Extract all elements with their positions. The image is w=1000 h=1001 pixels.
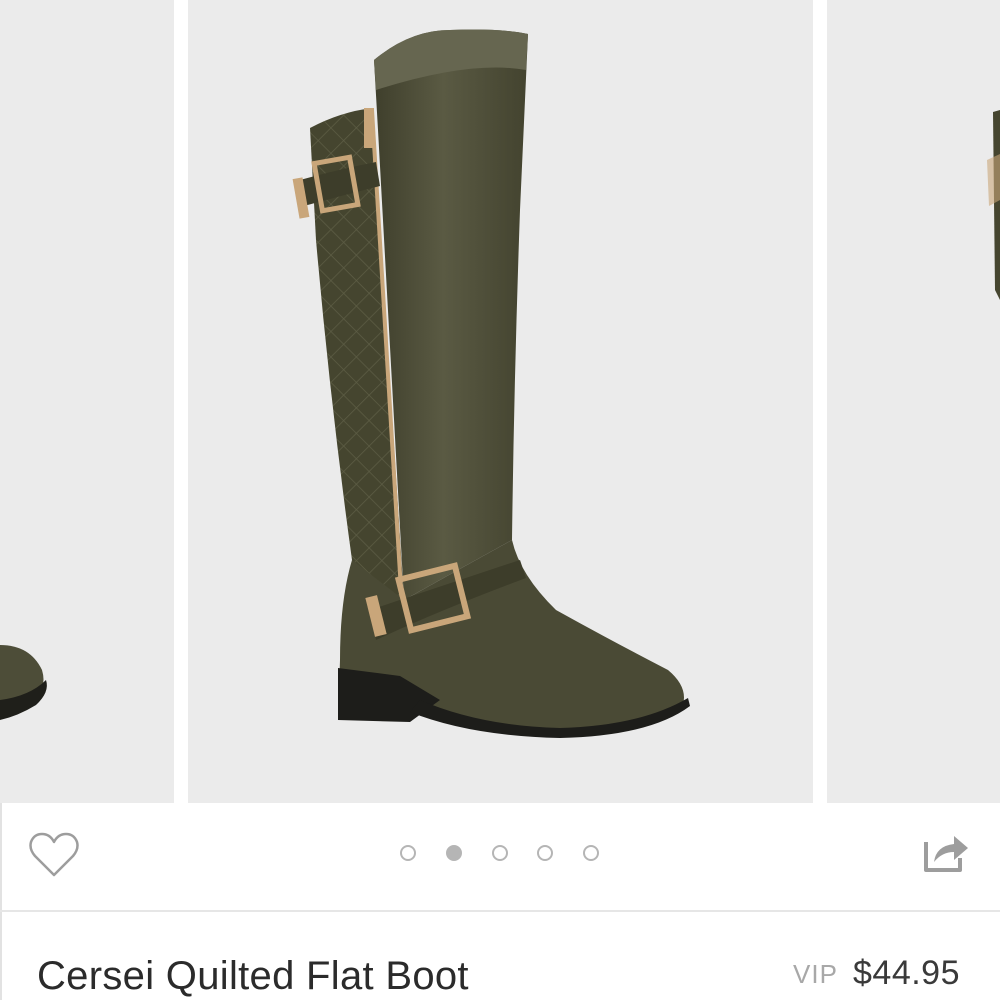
carousel-dot[interactable] bbox=[583, 845, 599, 861]
product-price: $44.95 bbox=[853, 954, 960, 992]
carousel-next-image[interactable] bbox=[827, 0, 1000, 803]
favorite-button[interactable] bbox=[28, 831, 80, 879]
image-carousel[interactable] bbox=[0, 0, 1000, 803]
carousel-main-image[interactable] bbox=[188, 0, 813, 803]
carousel-dot[interactable] bbox=[492, 845, 508, 861]
share-icon bbox=[924, 836, 968, 872]
section-divider bbox=[0, 910, 1000, 912]
vip-label: VIP bbox=[793, 959, 838, 989]
share-button[interactable] bbox=[920, 828, 972, 876]
carousel-dot[interactable] bbox=[537, 845, 553, 861]
carousel-dot-active[interactable] bbox=[446, 845, 462, 861]
carousel-prev-image[interactable] bbox=[0, 0, 174, 803]
heart-outline-icon bbox=[29, 832, 79, 877]
product-title: Cersei Quilted Flat Boot bbox=[37, 954, 469, 998]
carousel-dot[interactable] bbox=[400, 845, 416, 861]
left-border bbox=[0, 803, 2, 1000]
